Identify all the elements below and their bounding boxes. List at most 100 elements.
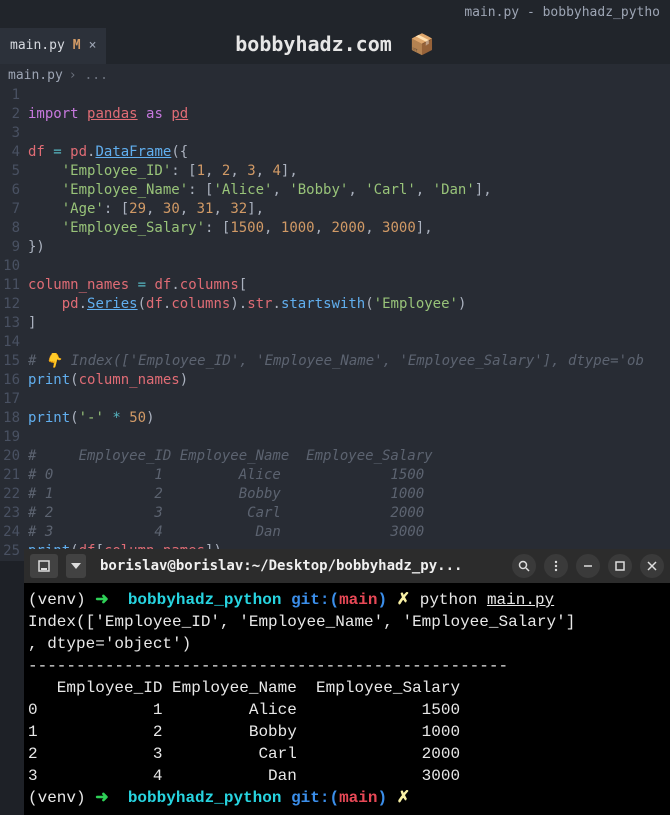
git-dirty-icon: ✗ <box>397 591 410 609</box>
line-number: 22 <box>0 485 20 504</box>
breadcrumb-bar[interactable]: main.py › ... <box>0 64 670 86</box>
var: column_names <box>79 372 180 388</box>
line-number: 1 <box>0 86 20 105</box>
output-line: Employee_ID Employee_Name Employee_Salar… <box>28 679 460 697</box>
columns: columns <box>180 277 239 293</box>
venv-indicator: (venv) <box>28 591 86 609</box>
line-number: 8 <box>0 219 20 238</box>
pd: pd <box>62 296 79 312</box>
line-number: 15 <box>0 352 20 371</box>
var-df: df <box>28 144 45 160</box>
fn-print: print <box>28 410 70 426</box>
window-title-bar: main.py - bobbyhadz_pytho <box>0 0 670 28</box>
arg: 'Employee' <box>374 296 458 312</box>
output-line: ----------------------------------------… <box>28 657 508 675</box>
line-number: 6 <box>0 181 20 200</box>
breadcrumb-file[interactable]: main.py <box>8 68 63 83</box>
line-number: 25 <box>0 542 20 561</box>
line-number: 23 <box>0 504 20 523</box>
menu-icon[interactable] <box>544 554 568 578</box>
dot: . <box>79 296 87 312</box>
close-button[interactable] <box>640 554 664 578</box>
tab-dropdown-button[interactable] <box>66 554 86 578</box>
tab-close-icon[interactable]: × <box>89 38 97 53</box>
num: 29 <box>129 201 146 217</box>
keyword-as: as <box>146 106 163 122</box>
line-number: 13 <box>0 314 20 333</box>
paren: ({ <box>171 144 188 160</box>
close: ). <box>230 296 247 312</box>
search-icon[interactable] <box>512 554 536 578</box>
prompt-dir: bobbyhadz_python <box>128 789 282 807</box>
num: 3 <box>247 163 255 179</box>
num: 2000 <box>331 220 365 236</box>
str: 'Alice' <box>213 182 272 198</box>
dot: . <box>171 277 179 293</box>
fn-dataframe: DataFrame <box>95 144 171 160</box>
line-number: 4 <box>0 143 20 162</box>
comment: # Employee_ID Employee_Name Employee_Sal… <box>28 448 433 464</box>
comment: # 1 2 Bobby 1000 <box>28 486 424 502</box>
str: 'Carl' <box>365 182 416 198</box>
editor-tab-main-py[interactable]: main.py M × <box>0 28 106 64</box>
line-number: 11 <box>0 276 20 295</box>
close-paren: }) <box>28 239 45 255</box>
module-pandas: pandas <box>87 106 138 122</box>
close: ) <box>180 372 188 388</box>
colon: : [ <box>104 201 129 217</box>
colon: : [ <box>188 182 213 198</box>
bracket: ] <box>28 315 36 331</box>
close: ) <box>146 410 154 426</box>
git-dirty-icon: ✗ <box>397 789 410 807</box>
line-number: 24 <box>0 523 20 542</box>
output-line: , dtype='object') <box>28 635 191 653</box>
end: ], <box>475 182 492 198</box>
bracket: [ <box>239 277 247 293</box>
terminal-window: borislav@borislav:~/Desktop/bobbyhadz_py… <box>24 549 670 815</box>
git-branch: main <box>339 789 377 807</box>
end: ], <box>281 163 298 179</box>
paren: ( <box>365 296 373 312</box>
maximize-button[interactable] <box>608 554 632 578</box>
code-content[interactable]: import pandas as pd df = pd.DataFrame({ … <box>28 86 670 561</box>
df: df <box>154 277 171 293</box>
terminal-output[interactable]: (venv) ➜ bobbyhadz_python git:(main) ✗ p… <box>24 583 670 815</box>
line-number: 3 <box>0 124 20 143</box>
new-tab-button[interactable] <box>30 554 58 578</box>
line-number: 12 <box>0 295 20 314</box>
window-title: main.py - bobbyhadz_pytho <box>464 5 660 20</box>
prompt-dir: bobbyhadz_python <box>128 591 282 609</box>
pd: pd <box>70 144 87 160</box>
num: 3000 <box>382 220 416 236</box>
git-branch: main <box>339 591 377 609</box>
git-suffix: ) <box>377 591 387 609</box>
num: 31 <box>197 201 214 217</box>
minimize-button[interactable] <box>576 554 600 578</box>
output-line: 0 1 Alice 1500 <box>28 701 460 719</box>
cmd-file: main.py <box>487 591 554 609</box>
git-prefix: git:( <box>291 591 339 609</box>
line-number: 19 <box>0 428 20 447</box>
editor-tab-bar: main.py M × <box>0 28 670 64</box>
alias-pd: pd <box>171 106 188 122</box>
fn-startswith: startswith <box>281 296 365 312</box>
end: ], <box>247 201 264 217</box>
num: 1 <box>197 163 205 179</box>
comment: # 3 4 Dan 3000 <box>28 524 424 540</box>
output-line: 2 3 Carl 2000 <box>28 745 460 763</box>
key: 'Employee_ID' <box>62 163 172 179</box>
output-line: 3 4 Dan 3000 <box>28 767 460 785</box>
var: column_names <box>28 277 129 293</box>
line-number: 5 <box>0 162 20 181</box>
line-number: 16 <box>0 371 20 390</box>
colon: : [ <box>171 163 196 179</box>
op: * <box>112 410 120 426</box>
line-number: 14 <box>0 333 20 352</box>
keyword-import: import <box>28 106 79 122</box>
line-number: 10 <box>0 257 20 276</box>
paren: ( <box>70 410 78 426</box>
dot: . <box>273 296 281 312</box>
str: 'Bobby' <box>289 182 348 198</box>
code-editor[interactable]: 1234567891011121314151617181920212223242… <box>0 86 670 561</box>
paren: ( <box>138 296 146 312</box>
